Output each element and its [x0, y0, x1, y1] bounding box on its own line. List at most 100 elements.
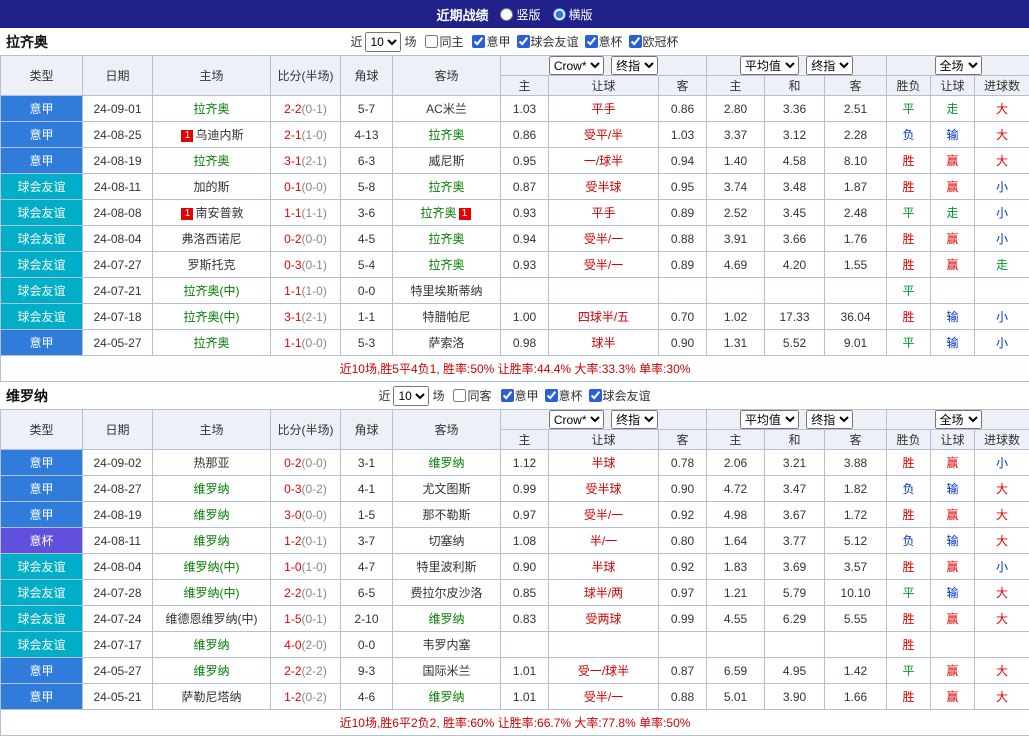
league-filter[interactable]: 欧冠杯	[629, 33, 679, 50]
away-team[interactable]: AC米兰	[393, 96, 501, 122]
average-select[interactable]: 平均值	[740, 56, 799, 75]
away-team[interactable]: 国际米兰	[393, 658, 501, 684]
home-team[interactable]: 维罗纳	[153, 502, 271, 528]
company-mode-select[interactable]: 终指	[611, 410, 658, 429]
home-team[interactable]: 维罗纳	[153, 632, 271, 658]
away-team[interactable]: 拉齐奥	[393, 252, 501, 278]
match-row: 球会友谊24-07-28维罗纳(中)2-2(0-1)6-5费拉尔皮沙洛0.85球…	[1, 580, 1029, 606]
away-team[interactable]: 维罗纳	[393, 684, 501, 710]
recent-count-select[interactable]: 10	[393, 386, 429, 406]
company-mode-select[interactable]: 终指	[611, 56, 658, 75]
home-team[interactable]: 弗洛西诺尼	[153, 226, 271, 252]
home-team[interactable]: 拉齐奥(中)	[153, 304, 271, 330]
odds-handicap: 受半/一	[549, 226, 659, 252]
home-team[interactable]: 拉齐奥	[153, 148, 271, 174]
away-team[interactable]: 维罗纳	[393, 606, 501, 632]
score: 0-2(0-0)	[271, 226, 341, 252]
col-corner: 角球	[341, 410, 393, 450]
col-type: 类型	[1, 56, 83, 96]
league-filter[interactable]: 球会友谊	[517, 33, 579, 50]
layout-horizontal-option[interactable]: 横版	[553, 6, 593, 23]
col-home: 主场	[153, 410, 271, 450]
home-team[interactable]: 1乌迪内斯	[153, 122, 271, 148]
horizontal-radio[interactable]	[553, 8, 566, 21]
league-type-badge: 球会友谊	[1, 632, 83, 658]
vertical-radio[interactable]	[500, 8, 513, 21]
home-team[interactable]: 维罗纳	[153, 528, 271, 554]
home-team[interactable]: 拉齐奥	[153, 96, 271, 122]
odds-handicap: 受半球	[549, 174, 659, 200]
league-filter[interactable]: 意杯	[545, 387, 583, 404]
same-venue-filter[interactable]: 同客	[453, 387, 491, 404]
result-handicap: 赢	[931, 606, 975, 632]
home-team[interactable]: 维罗纳(中)	[153, 580, 271, 606]
away-team[interactable]: 尤文图斯	[393, 476, 501, 502]
away-team[interactable]: 拉齐奥	[393, 122, 501, 148]
layout-vertical-option[interactable]: 竖版	[500, 6, 540, 23]
same-venue-checkbox[interactable]	[453, 389, 466, 402]
home-team[interactable]: 拉齐奥(中)	[153, 278, 271, 304]
recent-count-select[interactable]: 10	[365, 32, 401, 52]
home-team[interactable]: 罗斯托克	[153, 252, 271, 278]
home-team[interactable]: 维德恩维罗纳(中)	[153, 606, 271, 632]
away-team[interactable]: 切塞纳	[393, 528, 501, 554]
league-checkbox[interactable]	[501, 389, 514, 402]
result-wdl: 胜	[887, 304, 931, 330]
same-venue-filter[interactable]: 同主	[425, 33, 463, 50]
away-team[interactable]: 特腊帕尼	[393, 304, 501, 330]
away-team[interactable]: 特里埃斯蒂纳	[393, 278, 501, 304]
col-away: 客场	[393, 410, 501, 450]
away-team[interactable]: 拉齐奥	[393, 174, 501, 200]
same-venue-checkbox[interactable]	[425, 35, 438, 48]
col-avg-away: 客	[825, 430, 887, 450]
home-team[interactable]: 拉齐奥	[153, 330, 271, 356]
league-filter[interactable]: 意杯	[585, 33, 623, 50]
home-team[interactable]: 加的斯	[153, 174, 271, 200]
odds-away: 1.03	[659, 122, 707, 148]
away-team[interactable]: 拉齐奥	[393, 226, 501, 252]
league-checkbox[interactable]	[629, 35, 642, 48]
away-team[interactable]: 萨索洛	[393, 330, 501, 356]
home-team[interactable]: 维罗纳(中)	[153, 554, 271, 580]
odds-away: 0.97	[659, 580, 707, 606]
scope-select[interactable]: 全场	[935, 56, 982, 75]
away-team[interactable]: 威尼斯	[393, 148, 501, 174]
league-checkbox[interactable]	[472, 35, 485, 48]
league-checkbox[interactable]	[545, 389, 558, 402]
summary-row: 近10场,胜5平4负1, 胜率:50% 让胜率:44.4% 大率:33.3% 单…	[1, 356, 1029, 382]
col-avg-draw: 和	[765, 430, 825, 450]
col-avg-home: 主	[707, 76, 765, 96]
result-goals: 大	[975, 580, 1029, 606]
home-team[interactable]: 维罗纳	[153, 658, 271, 684]
company-select[interactable]: Crow*	[549, 56, 604, 75]
home-team[interactable]: 萨勒尼塔纳	[153, 684, 271, 710]
scope-select[interactable]: 全场	[935, 410, 982, 429]
league-checkbox[interactable]	[517, 35, 530, 48]
average-mode-select[interactable]: 终指	[806, 56, 853, 75]
result-handicap: 输	[931, 476, 975, 502]
average-select[interactable]: 平均值	[740, 410, 799, 429]
home-team[interactable]: 维罗纳	[153, 476, 271, 502]
league-checkbox[interactable]	[589, 389, 602, 402]
avg-draw	[765, 632, 825, 658]
home-team[interactable]: 热那亚	[153, 450, 271, 476]
home-team[interactable]: 1南安普敦	[153, 200, 271, 226]
avg-draw: 3.66	[765, 226, 825, 252]
match-date: 24-07-24	[83, 606, 153, 632]
away-team[interactable]: 拉齐奥1	[393, 200, 501, 226]
away-team[interactable]: 维罗纳	[393, 450, 501, 476]
league-filter[interactable]: 球会友谊	[589, 387, 651, 404]
company-select[interactable]: Crow*	[549, 410, 604, 429]
league-filter[interactable]: 意甲	[472, 33, 510, 50]
avg-home	[707, 278, 765, 304]
away-team[interactable]: 费拉尔皮沙洛	[393, 580, 501, 606]
average-mode-select[interactable]: 终指	[806, 410, 853, 429]
match-row: 球会友谊24-07-21拉齐奥(中)1-1(1-0)0-0特里埃斯蒂纳平	[1, 278, 1029, 304]
avg-home: 3.74	[707, 174, 765, 200]
away-team[interactable]: 韦罗内塞	[393, 632, 501, 658]
league-filter[interactable]: 意甲	[501, 387, 539, 404]
away-team[interactable]: 那不勒斯	[393, 502, 501, 528]
odds-select-cell: Crow* 终指	[501, 410, 707, 430]
league-checkbox[interactable]	[585, 35, 598, 48]
away-team[interactable]: 特里波利斯	[393, 554, 501, 580]
